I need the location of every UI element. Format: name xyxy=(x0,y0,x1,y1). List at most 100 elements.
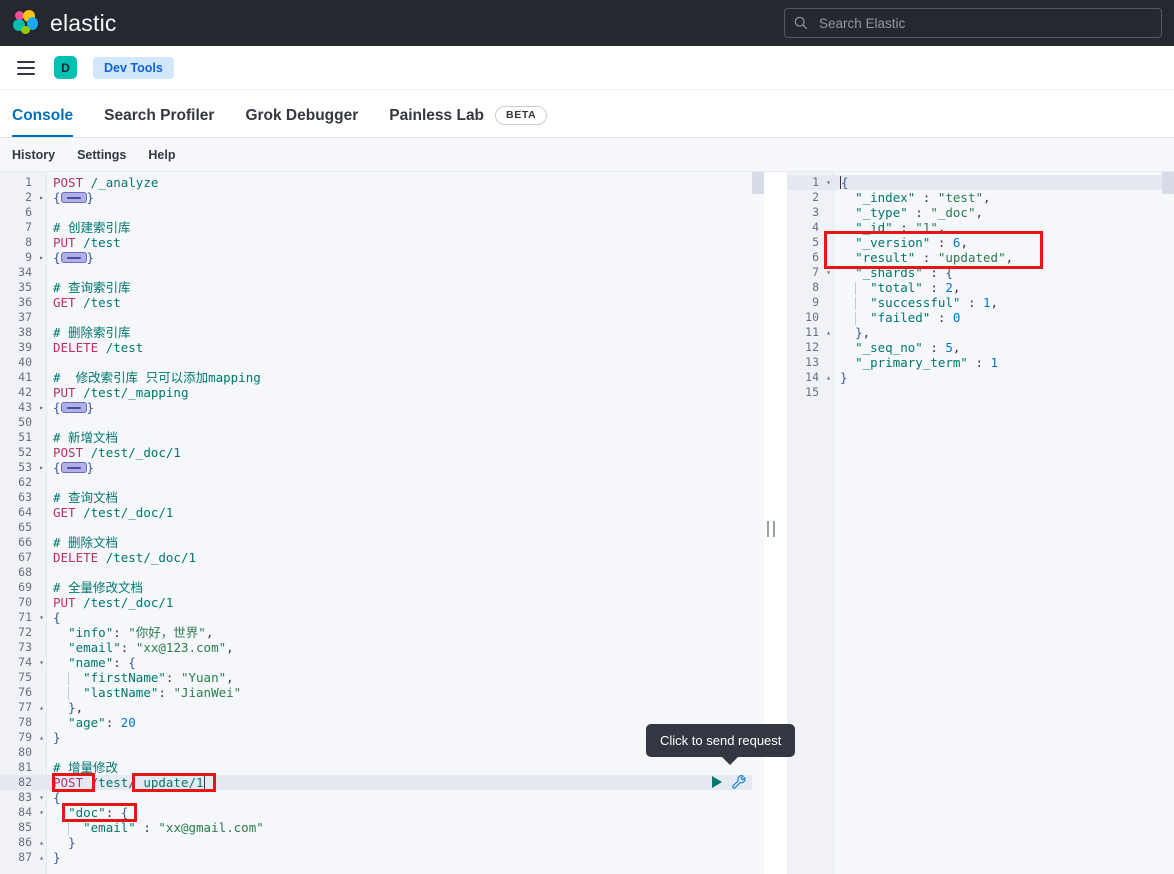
code-line[interactable]: 5 "_version" : 6, xyxy=(787,235,1174,250)
global-search[interactable] xyxy=(784,8,1162,38)
code-line[interactable]: 82 POST /test/_update/1 xyxy=(0,775,764,790)
code-line[interactable]: 87 ▴} xyxy=(0,850,764,865)
fold-toggle-icon[interactable]: ▾ xyxy=(823,265,834,280)
submenu-item-history[interactable]: History xyxy=(12,148,55,162)
code-line[interactable]: 86 ▴ } xyxy=(0,835,764,850)
code-line[interactable]: 11 ▴ }, xyxy=(787,325,1174,340)
search-input[interactable] xyxy=(817,14,1117,32)
code-line[interactable]: 7 ▾ "_shards" : { xyxy=(787,265,1174,280)
fold-toggle-icon[interactable]: ▴ xyxy=(823,325,834,340)
search-box[interactable] xyxy=(784,8,1162,38)
brand[interactable]: elastic xyxy=(0,10,117,37)
response-code-lines[interactable]: 1 ▾{2 "_index" : "test", 3 "_type" : "_doc… xyxy=(787,172,1174,400)
code-line[interactable]: 7 # 创建索引库 xyxy=(0,220,764,235)
code-line[interactable]: 64 GET /test/_doc/1 xyxy=(0,505,764,520)
fold-toggle-icon[interactable]: ▾ xyxy=(36,655,47,670)
code-line[interactable]: 8 "total" : 2, xyxy=(787,280,1174,295)
code-line[interactable]: 53 ▸{} xyxy=(0,460,764,475)
tab-grok-debugger[interactable]: Grok Debugger xyxy=(245,107,358,137)
code-line[interactable]: 65 xyxy=(0,520,764,535)
fold-toggle-icon[interactable]: ▸ xyxy=(36,190,47,205)
code-line[interactable]: 81 # 增量修改 xyxy=(0,760,764,775)
request-scrollbar-track[interactable] xyxy=(752,172,764,874)
code-line[interactable]: 14 ▴} xyxy=(787,370,1174,385)
code-line[interactable]: 9 ▸{} xyxy=(0,250,764,265)
collapsed-region-widget[interactable] xyxy=(60,402,87,413)
fold-toggle-icon[interactable]: ▸ xyxy=(36,250,47,265)
code-line[interactable]: 2 "_index" : "test", xyxy=(787,190,1174,205)
code-line[interactable]: 10 "failed" : 0 xyxy=(787,310,1174,325)
code-line[interactable]: 12 "_seq_no" : 5, xyxy=(787,340,1174,355)
code-line[interactable]: 77 ▴ }, xyxy=(0,700,764,715)
code-line[interactable]: 83 ▾ { xyxy=(0,790,764,805)
code-line[interactable]: 37 xyxy=(0,310,764,325)
code-line[interactable]: 4 "_id" : "1", xyxy=(787,220,1174,235)
avatar[interactable]: D xyxy=(54,56,77,79)
code-line[interactable]: 69 # 全量修改文档 xyxy=(0,580,764,595)
code-line[interactable]: 42 PUT /test/_mapping xyxy=(0,385,764,400)
request-actions[interactable] xyxy=(710,774,747,790)
code-line[interactable]: 41 # 修改索引库 只可以添加mapping xyxy=(0,370,764,385)
fold-toggle-icon[interactable]: ▸ xyxy=(36,400,47,415)
fold-toggle-icon[interactable]: ▾ xyxy=(36,805,47,820)
request-code-lines[interactable]: 1 POST /_analyze 2 ▸{} 6 7 # 创建索引库 8 PUT /test 9 ▸… xyxy=(0,172,764,865)
code-line[interactable]: 40 xyxy=(0,355,764,370)
tab-painless-lab[interactable]: Painless Lab BETA xyxy=(389,106,548,137)
code-line[interactable]: 35 # 查询索引库 xyxy=(0,280,764,295)
submenu-item-settings[interactable]: Settings xyxy=(77,148,126,162)
response-editor-pane[interactable]: 1 ▾{2 "_index" : "test", 3 "_type" : "_doc… xyxy=(787,172,1174,874)
code-line[interactable]: 71 ▾ { xyxy=(0,610,764,625)
fold-toggle-icon[interactable]: ▴ xyxy=(36,700,47,715)
fold-toggle-icon[interactable]: ▴ xyxy=(36,850,47,865)
fold-toggle-icon[interactable]: ▴ xyxy=(36,835,47,850)
code-line[interactable]: 43 ▸{} xyxy=(0,400,764,415)
submenu-item-help[interactable]: Help xyxy=(148,148,175,162)
code-line[interactable]: 36 GET /test xyxy=(0,295,764,310)
code-line[interactable]: 2 ▸{} xyxy=(0,190,764,205)
code-line[interactable]: 13 "_primary_term" : 1 xyxy=(787,355,1174,370)
fold-toggle-icon[interactable]: ▸ xyxy=(36,460,47,475)
fold-toggle-icon[interactable]: ▾ xyxy=(36,610,47,625)
code-line[interactable]: 62 xyxy=(0,475,764,490)
fold-toggle-icon[interactable]: ▴ xyxy=(823,370,834,385)
fold-toggle-icon[interactable]: ▴ xyxy=(36,730,47,745)
collapsed-region-widget[interactable] xyxy=(60,462,87,473)
request-editor-pane[interactable]: 1 POST /_analyze 2 ▸{} 6 7 # 创建索引库 8 PUT /test 9 ▸… xyxy=(0,172,764,874)
tab-console[interactable]: Console xyxy=(12,107,74,137)
hamburger-menu-icon[interactable] xyxy=(17,60,35,75)
code-line[interactable]: 15 xyxy=(787,385,1174,400)
code-line[interactable]: 39 DELETE /test xyxy=(0,340,764,355)
breadcrumb-item-dev-tools[interactable]: Dev Tools xyxy=(93,56,174,79)
play-triangle-icon[interactable] xyxy=(710,775,724,789)
code-line[interactable]: 38 # 删除索引库 xyxy=(0,325,764,340)
code-line[interactable]: 72 "info": "你好，世界", xyxy=(0,625,764,640)
code-line[interactable]: 68 xyxy=(0,565,764,580)
code-line[interactable]: 73 "email": "xx@123.com", xyxy=(0,640,764,655)
code-line[interactable]: 66 # 删除文档 xyxy=(0,535,764,550)
wrench-icon[interactable] xyxy=(731,774,747,790)
code-line[interactable]: 1 ▾ { xyxy=(787,175,1174,190)
response-scrollbar-thumb[interactable] xyxy=(1162,172,1174,194)
code-line[interactable]: 75 "firstName": "Yuan", xyxy=(0,670,764,685)
request-scrollbar-thumb[interactable] xyxy=(752,172,764,194)
code-line[interactable]: 1 POST /_analyze xyxy=(0,175,764,190)
tab-search-profiler[interactable]: Search Profiler xyxy=(104,107,214,137)
code-line[interactable]: 3 "_type" : "_doc", xyxy=(787,205,1174,220)
code-line[interactable]: 6 xyxy=(0,205,764,220)
code-line[interactable]: 6 "result" : "updated", xyxy=(787,250,1174,265)
code-line[interactable]: 51 # 新增文档 xyxy=(0,430,764,445)
fold-toggle-icon[interactable]: ▾ xyxy=(36,790,47,805)
code-line[interactable]: 67 DELETE /test/_doc/1 xyxy=(0,550,764,565)
code-line[interactable]: 70 PUT /test/_doc/1 xyxy=(0,595,764,610)
code-line[interactable]: 84 ▾ "doc": { xyxy=(0,805,764,820)
code-line[interactable]: 74 ▾ "name": { xyxy=(0,655,764,670)
code-line[interactable]: 50 xyxy=(0,415,764,430)
code-line[interactable]: 52 POST /test/_doc/1 xyxy=(0,445,764,460)
code-line[interactable]: 76 "lastName": "JianWei" xyxy=(0,685,764,700)
response-scrollbar-track[interactable] xyxy=(1162,172,1174,874)
code-line[interactable]: 8 PUT /test xyxy=(0,235,764,250)
code-line[interactable]: 63 # 查询文档 xyxy=(0,490,764,505)
collapsed-region-widget[interactable] xyxy=(60,192,87,203)
code-line[interactable]: 34 xyxy=(0,265,764,280)
pane-resize-handle[interactable] xyxy=(767,521,775,537)
